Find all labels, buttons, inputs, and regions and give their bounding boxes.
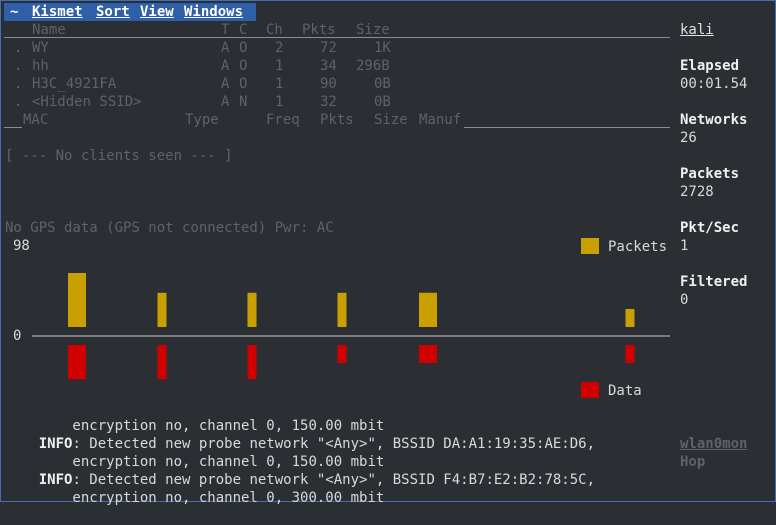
interface-status: Hop [680, 454, 706, 470]
elapsed-label: Elapsed [680, 58, 740, 74]
legend-packets-label: Packets [608, 239, 667, 255]
legend-data-label: Data [608, 383, 642, 399]
graph-y-zero: 0 [13, 328, 21, 344]
packets-bars [68, 273, 635, 327]
filtered-label: Filtered [680, 274, 748, 290]
packets-value: 2728 [680, 184, 714, 200]
networks-label: Networks [680, 112, 748, 128]
data-bars [68, 345, 635, 380]
menu-kismet[interactable]: Kismet [32, 3, 83, 21]
col-client-packets[interactable]: Pkts [320, 111, 354, 129]
menu-tilde: ~ [10, 4, 19, 20]
packets-bar [419, 292, 437, 327]
menu-bar: ~ Kismet Sort View Windows [4, 3, 256, 21]
interface-name: wlan0mon [680, 436, 748, 452]
col-client-type[interactable]: Type [185, 111, 219, 129]
network-header-divider [4, 37, 670, 38]
menu-windows[interactable]: Windows [184, 3, 243, 21]
pktsec-value: 1 [680, 238, 689, 254]
data-bar [337, 345, 347, 363]
packets-bar [247, 292, 257, 327]
networks-value: 26 [680, 130, 697, 146]
packets-bar [625, 309, 635, 327]
packets-bar [68, 273, 86, 327]
gps-status: No GPS data (GPS not connected) Pwr: AC [5, 220, 334, 236]
filtered-value: 0 [680, 292, 689, 308]
pktsec-label: Pkt/Sec [680, 220, 740, 236]
elapsed-value: 00:01.54 [680, 76, 748, 92]
packets-label: Packets [680, 166, 740, 182]
legend-packets-swatch [581, 238, 599, 254]
data-bar [419, 345, 437, 363]
no-clients-text: [ --- No clients seen --- ] [5, 148, 233, 164]
data-bar [68, 345, 86, 380]
hostname: kali [680, 22, 714, 38]
menu-sort[interactable]: Sort [96, 3, 130, 21]
packets-bar [337, 292, 347, 327]
col-client-size[interactable]: Size [374, 111, 408, 129]
menu-view[interactable]: View [140, 3, 174, 21]
data-bar [157, 345, 167, 380]
col-manuf[interactable]: Manuf [419, 111, 461, 129]
col-freq[interactable]: Freq [266, 111, 300, 129]
log-line: encryption no, channel 0, 300.00 mbit [38, 490, 385, 506]
packet-graph: 98 0 Packets Data [13, 238, 670, 399]
graph-y-max: 98 [13, 238, 30, 254]
data-bar [247, 345, 257, 380]
col-mac[interactable]: MAC [23, 111, 48, 129]
data-bar [625, 345, 635, 363]
divider [4, 127, 22, 128]
legend-data-swatch [581, 382, 599, 398]
packets-bar [157, 292, 167, 327]
divider [464, 127, 670, 128]
